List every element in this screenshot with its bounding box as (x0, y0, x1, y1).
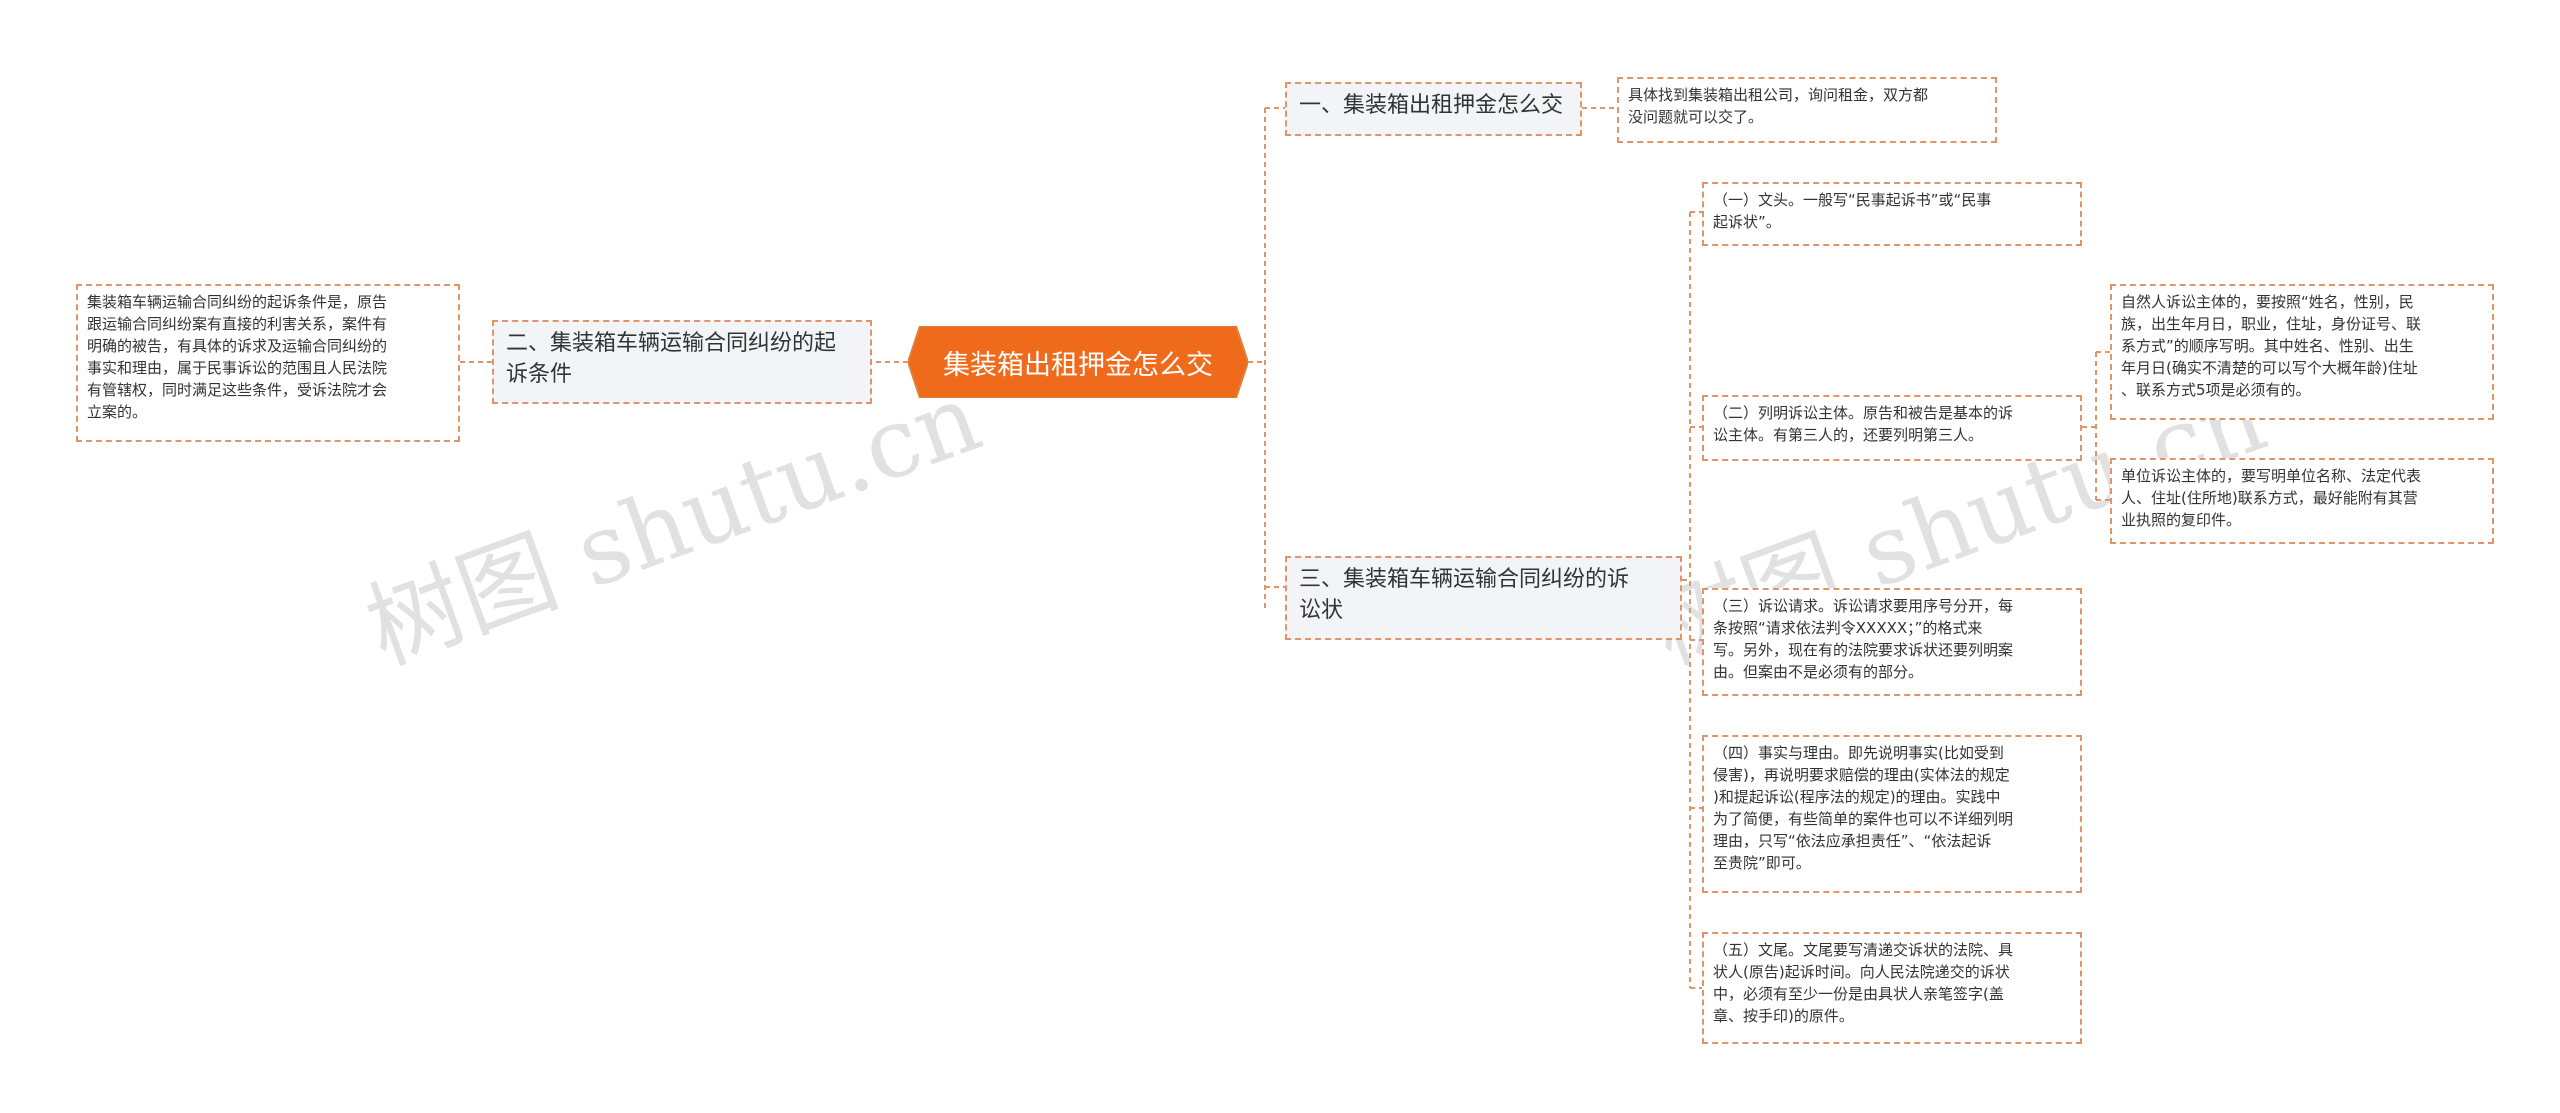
branch-1[interactable]: 一、集装箱出租押金怎么交 (1285, 82, 1582, 136)
leaf-b3-parties: （二）列明诉讼主体。原告和被告是基本的诉 讼主体。有第三人的，还要列明第三人。 (1702, 395, 2082, 461)
leaf-b3-organization: 单位诉讼主体的，要写明单位名称、法定代表 人、住址(住所地)联系方式，最好能附有… (2110, 458, 2494, 544)
branch-3[interactable]: 三、集装箱车辆运输合同纠纷的诉 讼状 (1285, 556, 1682, 640)
leaf-b2-detail: 集装箱车辆运输合同纠纷的起诉条件是，原告 跟运输合同纠纷案有直接的利害关系，案件… (76, 284, 460, 442)
leaf-b3-ending: （五）文尾。文尾要写清递交诉状的法院、具 状人(原告)起诉时间。向人民法院递交的… (1702, 932, 2082, 1044)
branch-2[interactable]: 二、集装箱车辆运输合同纠纷的起 诉条件 (492, 320, 872, 404)
leaf-b3-heading: （一）文头。一般写“民事起诉书”或“民事 起诉状”。 (1702, 182, 2082, 246)
root-label: 集装箱出租押金怎么交 (943, 349, 1213, 381)
leaf-b1-detail: 具体找到集装箱出租公司，询问租金，双方都 没问题就可以交了。 (1617, 77, 1997, 143)
root-node[interactable]: 集装箱出租押金怎么交 (908, 326, 1248, 398)
leaf-b3-claims: （三）诉讼请求。诉讼请求要用序号分开，每 条按照“请求依法判令XXXXX；”的格… (1702, 588, 2082, 696)
leaf-b3-facts: （四）事实与理由。即先说明事实(比如受到 侵害)，再说明要求赔偿的理由(实体法的… (1702, 735, 2082, 893)
leaf-b3-natural-person: 自然人诉讼主体的，要按照“姓名，性别，民 族，出生年月日，职业，住址，身份证号、… (2110, 284, 2494, 420)
